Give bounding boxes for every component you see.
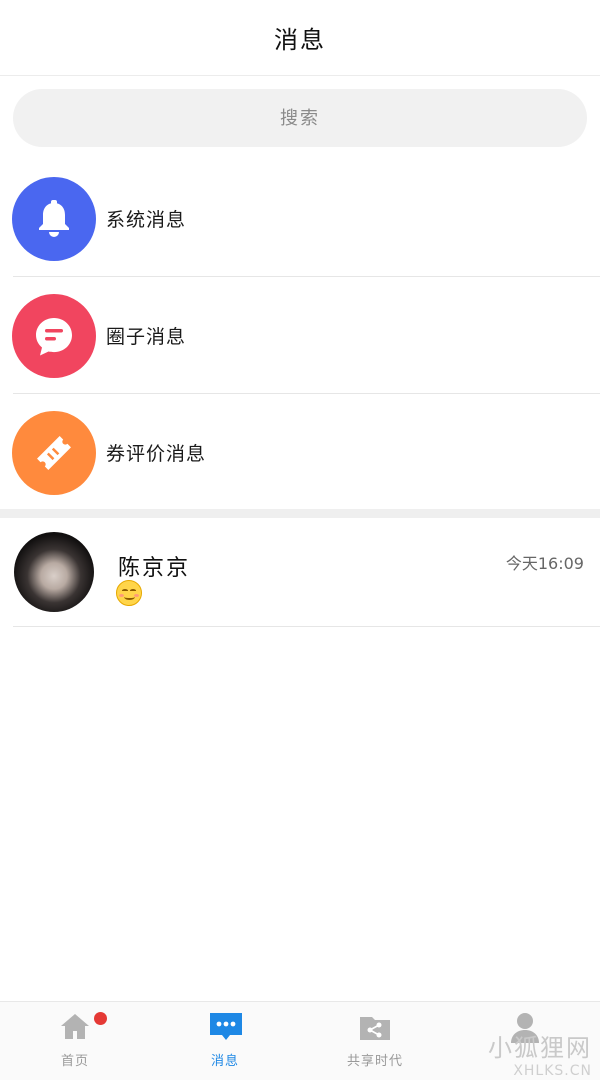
page-title: 消息	[274, 26, 326, 54]
tab-messages[interactable]: 消息	[150, 1002, 300, 1080]
tab-home[interactable]: 首页	[0, 1002, 150, 1080]
conversation-item[interactable]: 陈京京 今天16:09	[0, 518, 600, 627]
tab-share-era[interactable]: 共享时代	[300, 1002, 450, 1080]
search-input[interactable]	[13, 89, 587, 147]
chat-bubble-icon	[12, 293, 96, 378]
category-system-messages[interactable]: 系统消息	[0, 160, 600, 277]
bell-icon	[12, 176, 96, 261]
nav-header: 消息	[0, 0, 600, 76]
share-folder-icon	[358, 1010, 392, 1044]
tab-label: 首页	[60, 1054, 89, 1069]
notification-badge	[94, 1012, 107, 1025]
watermark-text: 小狐狸网	[488, 1034, 592, 1062]
contact-name: 陈京京	[118, 556, 191, 581]
category-label: 券评价消息	[106, 443, 207, 465]
category-circle-messages[interactable]: 圈子消息	[0, 277, 600, 394]
avatar[interactable]	[14, 532, 94, 612]
watermark-logo: 小狐狸网 XHLKS.CN	[488, 1028, 592, 1079]
section-divider	[0, 509, 600, 518]
home-icon	[58, 1010, 92, 1044]
tab-label: 共享时代	[346, 1054, 403, 1069]
message-icon	[208, 1010, 242, 1044]
watermark-domain: XHLKS.CN	[513, 1063, 592, 1079]
divider	[13, 626, 600, 627]
category-label: 圈子消息	[106, 326, 187, 348]
tab-label: 消息	[210, 1054, 239, 1069]
category-label: 系统消息	[106, 209, 187, 231]
ticket-icon	[12, 410, 96, 495]
search-bar[interactable]	[13, 89, 587, 147]
category-coupon-review-messages[interactable]: 券评价消息	[0, 394, 600, 511]
message-category-list: 系统消息 圈子消息 券评价消息	[0, 160, 600, 511]
message-time: 今天16:09	[505, 554, 584, 573]
smile-emoji-icon	[116, 580, 142, 606]
